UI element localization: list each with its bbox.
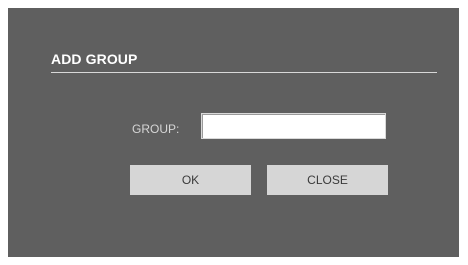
title-divider bbox=[51, 72, 437, 73]
group-input[interactable] bbox=[201, 113, 386, 139]
add-group-dialog: ADD GROUP GROUP: OK CLOSE bbox=[8, 8, 459, 257]
dialog-title: ADD GROUP bbox=[51, 51, 138, 67]
ok-button[interactable]: OK bbox=[130, 165, 251, 195]
group-label: GROUP: bbox=[132, 122, 180, 136]
close-button[interactable]: CLOSE bbox=[267, 165, 388, 195]
